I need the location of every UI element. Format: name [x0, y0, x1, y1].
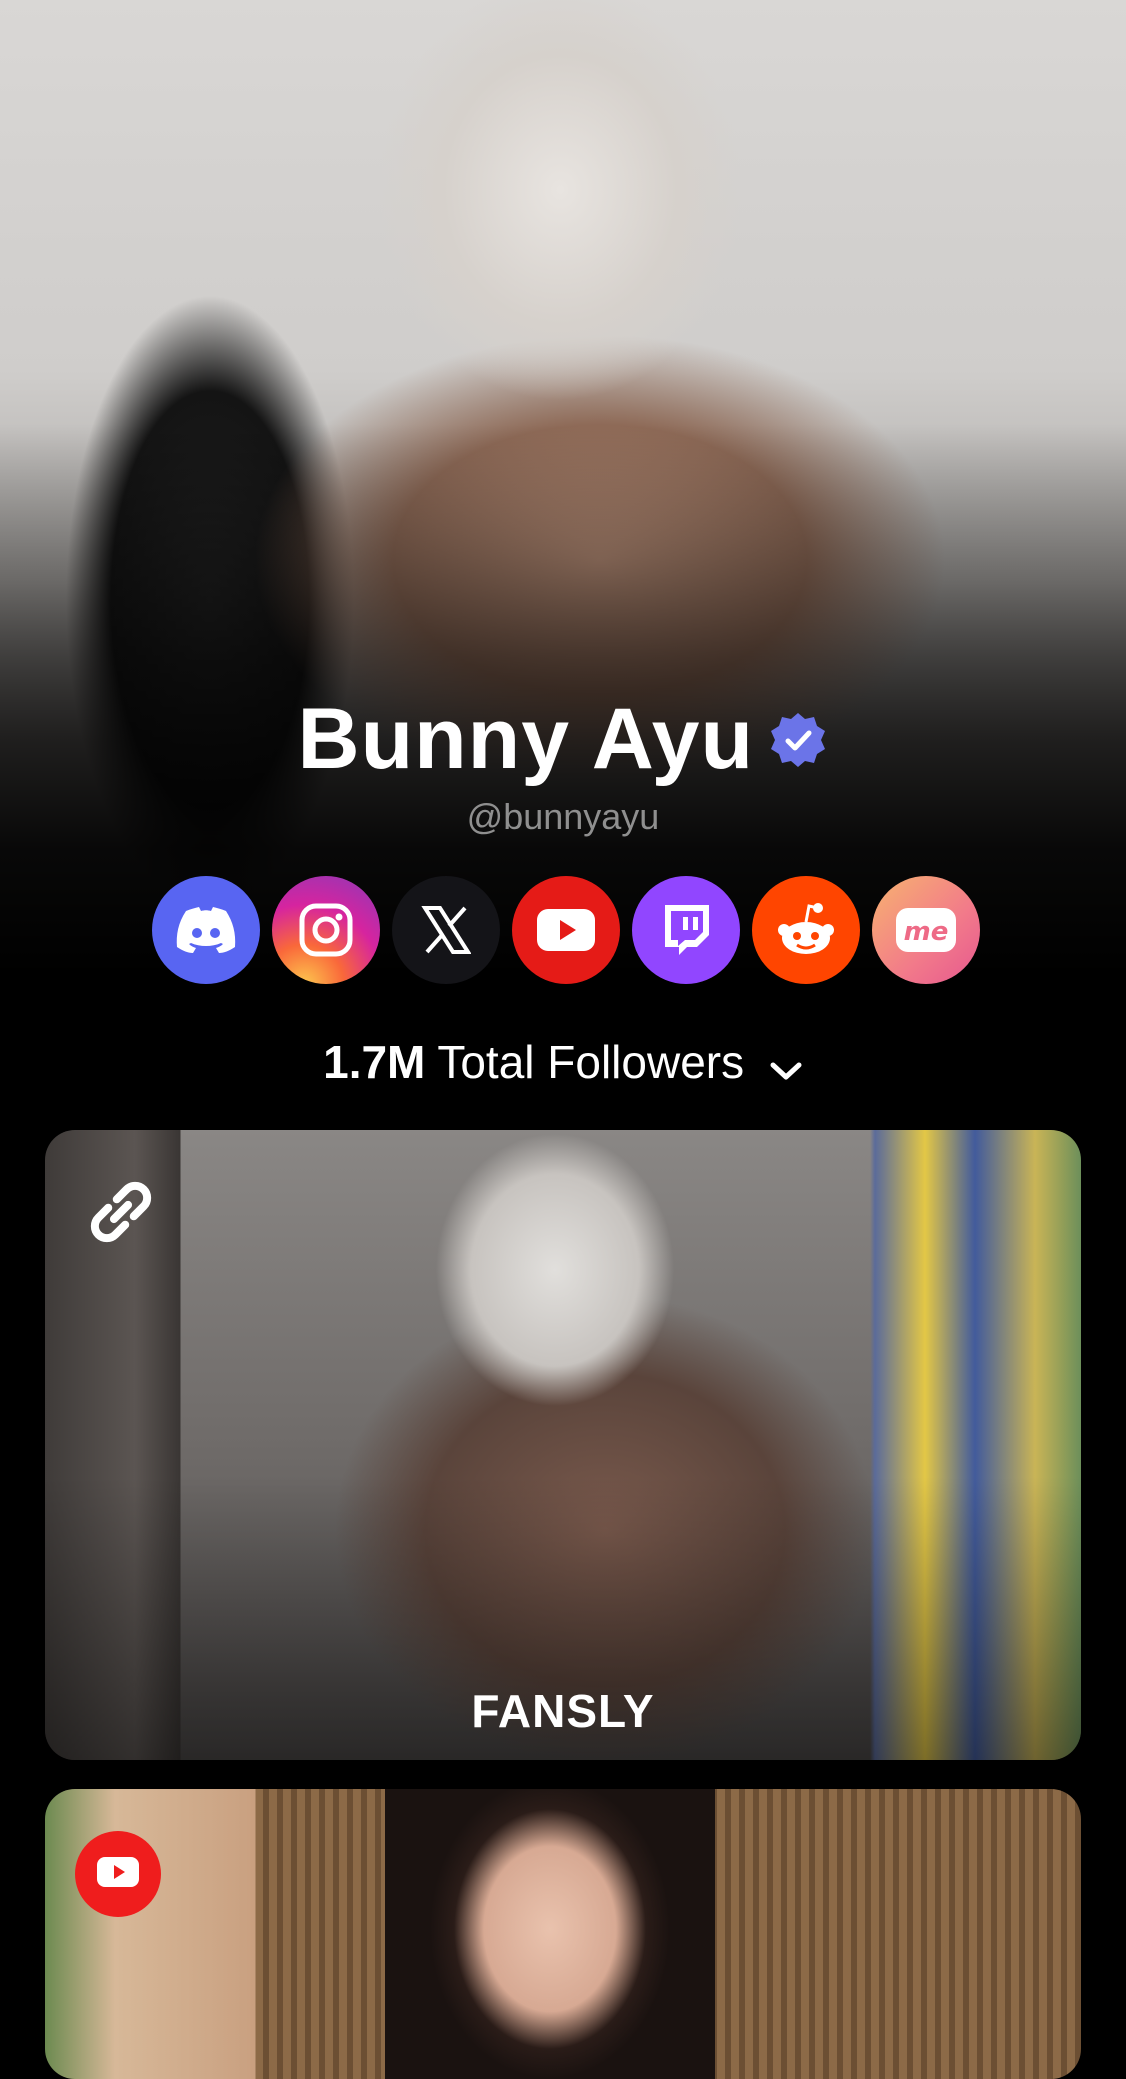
reddit-icon [776, 902, 836, 958]
link-icon [81, 1172, 161, 1252]
followers-label: Total Followers [437, 1036, 745, 1088]
social-links: me [152, 876, 982, 984]
twitch-button[interactable] [632, 876, 740, 984]
card-thumbnail [385, 1789, 715, 2079]
verified-badge-icon [768, 710, 828, 770]
discord-icon [176, 907, 236, 953]
youtube-icon [97, 1856, 139, 1892]
total-followers-toggle[interactable]: 1.7M Total Followers [0, 1035, 1126, 1093]
instagram-icon [298, 902, 354, 958]
svg-text:me: me [904, 917, 949, 947]
twitch-icon [661, 903, 711, 957]
card-title: FANSLY [471, 1685, 655, 1737]
profile-handle: @bunnyayu [466, 796, 660, 837]
youtube-button[interactable] [512, 876, 620, 984]
youtube-link-card[interactable] [45, 1789, 1081, 2079]
youtube-icon [537, 909, 595, 951]
x-button[interactable] [392, 876, 500, 984]
profile-name: Bunny Ayu [297, 691, 755, 787]
chevron-down-icon [769, 1039, 803, 1093]
me-icon: me [896, 908, 956, 952]
profile-name-row: Bunny Ayu [0, 690, 1126, 789]
discord-button[interactable] [152, 876, 260, 984]
throne-button[interactable]: me [872, 876, 980, 984]
instagram-button[interactable] [272, 876, 380, 984]
reddit-button[interactable] [752, 876, 860, 984]
x-icon [421, 905, 471, 955]
card-shade [45, 1130, 1081, 1760]
followers-count: 1.7M [323, 1036, 426, 1088]
fansly-link-card[interactable]: FANSLY [45, 1130, 1081, 1760]
youtube-badge [75, 1831, 161, 1917]
